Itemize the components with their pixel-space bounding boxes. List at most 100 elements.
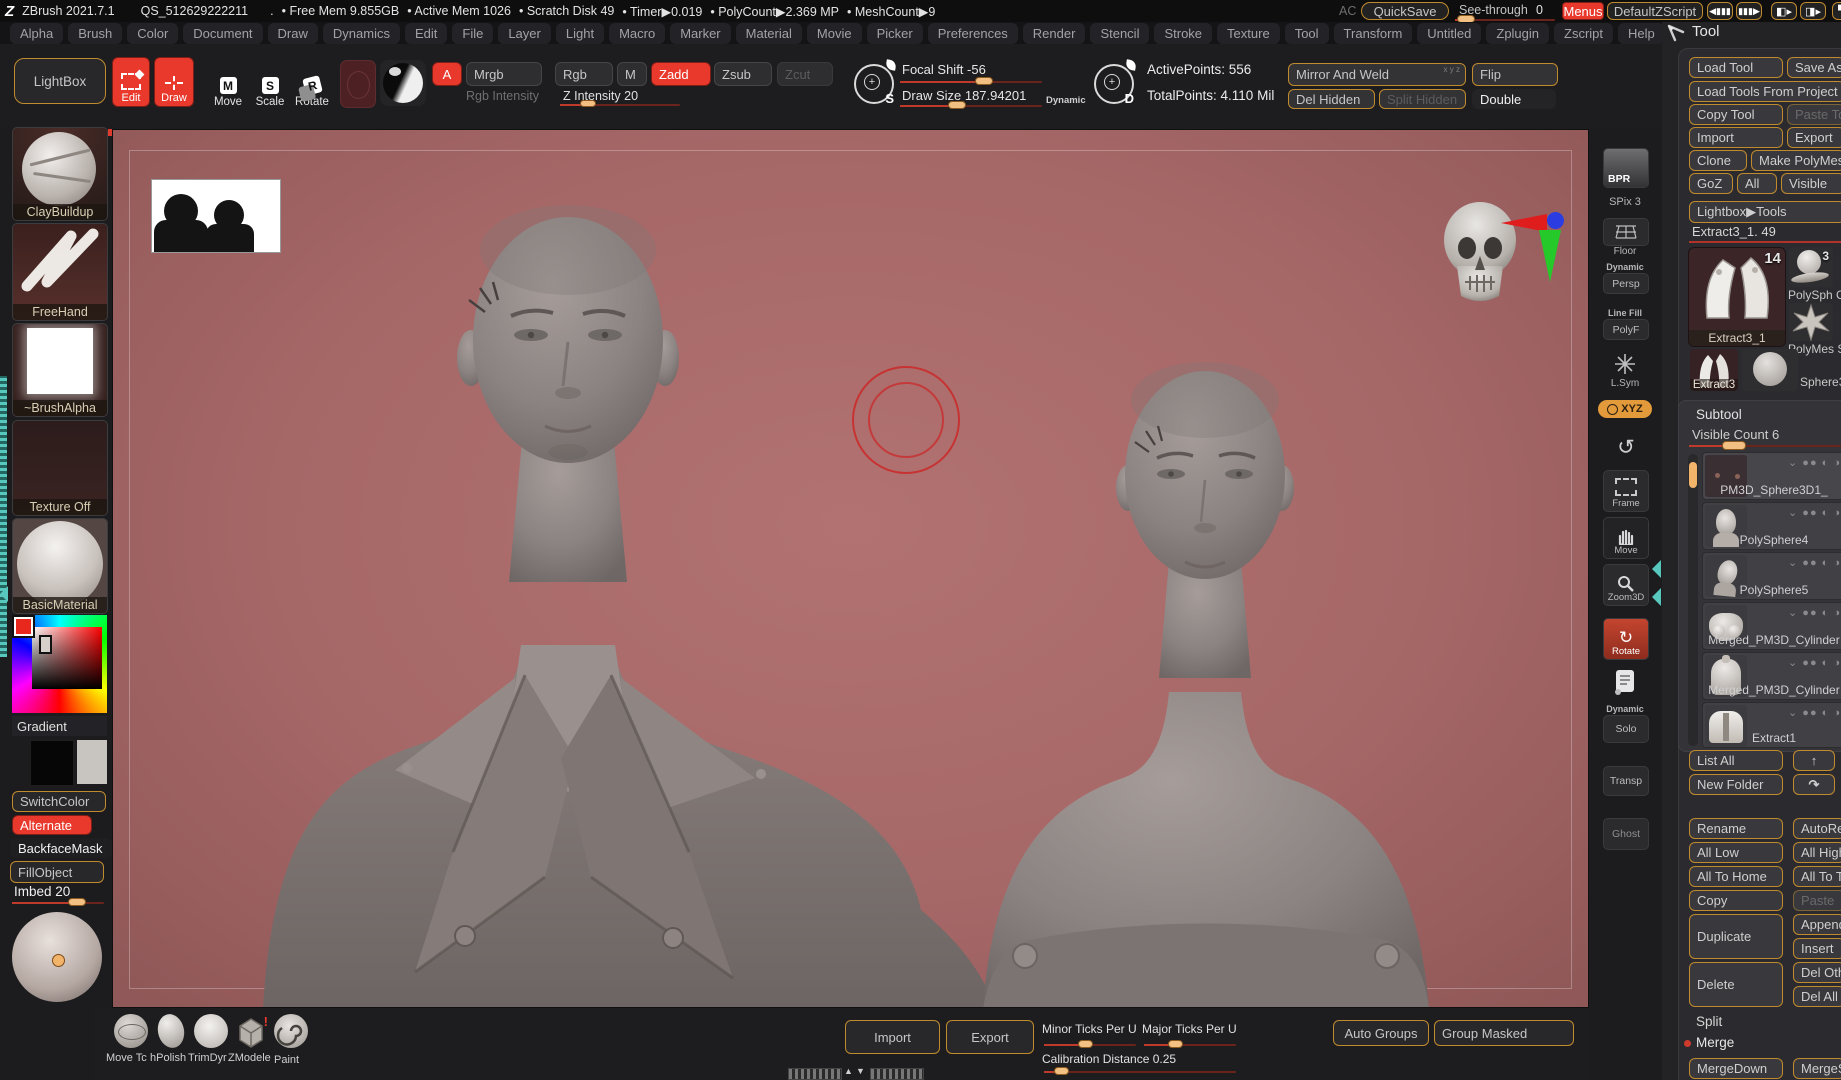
menu-preferences[interactable]: Preferences xyxy=(928,23,1018,44)
menu-texture[interactable]: Texture xyxy=(1217,23,1280,44)
scroll-left-icon[interactable]: ◀▮▮▮ xyxy=(1707,2,1733,20)
subtool-redo-button[interactable]: ↷ xyxy=(1793,774,1835,795)
brush-clay-buildup[interactable]: ClayBuildup xyxy=(12,127,108,221)
menu-layer[interactable]: Layer xyxy=(498,23,551,44)
persp-button[interactable]: Persp xyxy=(1603,273,1649,294)
visible-count-handle[interactable] xyxy=(1722,441,1746,450)
move-canvas-button[interactable]: Move xyxy=(1603,517,1649,559)
zsub-button[interactable]: Zsub xyxy=(714,62,772,86)
menu-alpha[interactable]: Alpha xyxy=(10,23,63,44)
tool-import-button[interactable]: Import xyxy=(1689,127,1783,148)
del-other-button[interactable]: Del Othe xyxy=(1793,962,1841,983)
all-high-button[interactable]: All High xyxy=(1793,842,1841,863)
tool-thumb-sphere3[interactable] xyxy=(1742,349,1798,391)
menu-zplugin[interactable]: Zplugin xyxy=(1486,23,1549,44)
color-picker[interactable] xyxy=(12,615,107,713)
menu-material[interactable]: Material xyxy=(736,23,802,44)
ghost-button[interactable]: Ghost xyxy=(1603,818,1649,850)
subtool-row-4[interactable]: ⌄ ●● ◐ ◑ Merged_PM3D_Cylinder xyxy=(1702,652,1841,700)
subtool-row-icons[interactable]: ⌄ ●● ◐ ◑ xyxy=(1788,556,1841,569)
quick-brush-paint[interactable] xyxy=(272,1014,310,1052)
split-hidden-button[interactable]: Split Hidden xyxy=(1379,89,1466,109)
append-button[interactable]: Append xyxy=(1793,914,1841,935)
secondary-color-swatch-black[interactable] xyxy=(30,740,74,786)
flip-button[interactable]: Flip xyxy=(1472,63,1558,86)
subtool-row-icons[interactable]: ⌄ ●● ◐ ◑ xyxy=(1788,506,1841,519)
auto-groups-button[interactable]: Auto Groups xyxy=(1333,1020,1429,1046)
split-section-header[interactable]: Split xyxy=(1696,1014,1722,1029)
calibration-slider[interactable] xyxy=(1044,1071,1236,1073)
subtool-row-icons[interactable]: ⌄ ●● ◐ ◑ xyxy=(1788,606,1841,619)
subtool-row-icons[interactable]: ⌄ ●● ◐ ◑ xyxy=(1788,656,1841,669)
paste-document-icon[interactable]: ◨▸ xyxy=(1800,2,1826,20)
clone-button[interactable]: Clone xyxy=(1689,150,1747,171)
load-tool-button[interactable]: Load Tool xyxy=(1689,57,1783,78)
rgb-button[interactable]: Rgb xyxy=(555,62,613,86)
tool-export-button[interactable]: Export xyxy=(1787,127,1841,148)
imbed-handle[interactable] xyxy=(68,898,86,906)
paste-tool-button[interactable]: Paste Tool xyxy=(1787,104,1841,125)
m-button[interactable]: M xyxy=(617,62,647,86)
subtool-scrollbar[interactable] xyxy=(1688,454,1698,746)
z-intensity-slider[interactable] xyxy=(560,104,680,106)
focal-shift-handle[interactable] xyxy=(975,77,993,85)
frame-button[interactable]: Frame xyxy=(1603,470,1649,512)
lightbox-button[interactable]: LightBox xyxy=(14,58,106,104)
gradient-bar[interactable]: Gradient xyxy=(12,716,107,736)
floor-button[interactable] xyxy=(1603,218,1649,246)
subtool-paste-button[interactable]: Paste xyxy=(1793,890,1841,911)
local-symmetry-xyz-button[interactable]: XYZ xyxy=(1598,400,1652,418)
quick-brush-trimdynamic[interactable] xyxy=(192,1014,230,1052)
subtool-row-1[interactable]: ⌄ ●● ◐ ◑ PolySphere4 xyxy=(1702,502,1841,550)
lightbox-tools-button[interactable]: Lightbox▶Tools xyxy=(1689,201,1841,223)
scroll-right-icon[interactable]: ▮▮▮▶ xyxy=(1736,2,1762,20)
tray-up-icon[interactable]: ▲ xyxy=(844,1066,853,1076)
zoom3d-button[interactable]: Zoom3D xyxy=(1603,564,1649,606)
subtool-row-3[interactable]: ⌄ ●● ◐ ◑ Merged_PM3D_Cylinder xyxy=(1702,602,1841,650)
quicksave-button[interactable]: QuickSave xyxy=(1361,2,1449,20)
menu-macro[interactable]: Macro xyxy=(609,23,665,44)
focal-shift-slider[interactable] xyxy=(900,81,1042,83)
copy-tool-button[interactable]: Copy Tool xyxy=(1689,104,1783,125)
menu-brush[interactable]: Brush xyxy=(68,23,122,44)
menu-file[interactable]: File xyxy=(452,23,493,44)
switch-color-button[interactable]: SwitchColor xyxy=(12,791,106,812)
menus-button[interactable]: Menus xyxy=(1562,2,1604,20)
material-sphere-button[interactable] xyxy=(380,60,426,106)
bottom-import-button[interactable]: Import xyxy=(845,1020,940,1054)
menu-dynamics[interactable]: Dynamics xyxy=(323,23,400,44)
menu-picker[interactable]: Picker xyxy=(867,23,923,44)
z-intensity-handle[interactable] xyxy=(580,100,596,107)
rotate-button[interactable]: R Rotate xyxy=(292,62,332,108)
bottom-tray-handle-left[interactable] xyxy=(788,1068,842,1080)
list-all-button[interactable]: List All xyxy=(1689,750,1783,771)
calibration-handle[interactable] xyxy=(1054,1067,1069,1075)
mrgb-button[interactable]: Mrgb xyxy=(466,62,542,86)
subtool-row-icons[interactable]: ⌄ ●● ◐ ◑ xyxy=(1788,456,1841,469)
all-low-button[interactable]: All Low xyxy=(1689,842,1783,863)
save-as-button[interactable]: Save As xyxy=(1787,57,1841,78)
subtool-copy-button[interactable]: Copy xyxy=(1689,890,1783,911)
imbed-slider[interactable] xyxy=(12,902,104,904)
load-tools-from-project-button[interactable]: Load Tools From Project xyxy=(1689,81,1841,102)
spin-icon[interactable]: ↺ xyxy=(1612,434,1640,462)
default-zscript-button[interactable]: DefaultZScript xyxy=(1607,2,1703,20)
minor-ticks-handle[interactable] xyxy=(1078,1040,1093,1048)
tool-thumb-star[interactable] xyxy=(1789,303,1833,341)
menu-stencil[interactable]: Stencil xyxy=(1090,23,1149,44)
solo-button[interactable]: Solo xyxy=(1603,715,1649,743)
del-hidden-button[interactable]: Del Hidden xyxy=(1288,89,1375,109)
menu-render[interactable]: Render xyxy=(1023,23,1086,44)
group-masked-button[interactable]: Group Masked xyxy=(1434,1020,1574,1046)
quick-brush-move[interactable] xyxy=(112,1014,150,1052)
menu-transform[interactable]: Transform xyxy=(1334,23,1413,44)
draw-button[interactable]: Draw xyxy=(154,57,194,107)
new-folder-button[interactable]: New Folder xyxy=(1689,774,1783,795)
bottom-tray-handle-right[interactable] xyxy=(870,1068,924,1080)
material-basic-material[interactable]: BasicMaterial xyxy=(12,518,108,614)
canvas[interactable] xyxy=(112,129,1589,1008)
major-ticks-slider[interactable] xyxy=(1144,1044,1236,1046)
stroke-picker-button[interactable]: + S xyxy=(852,60,898,106)
zadd-button[interactable]: Zadd xyxy=(651,62,711,86)
right-tray-arrow-icon[interactable] xyxy=(1652,560,1661,578)
